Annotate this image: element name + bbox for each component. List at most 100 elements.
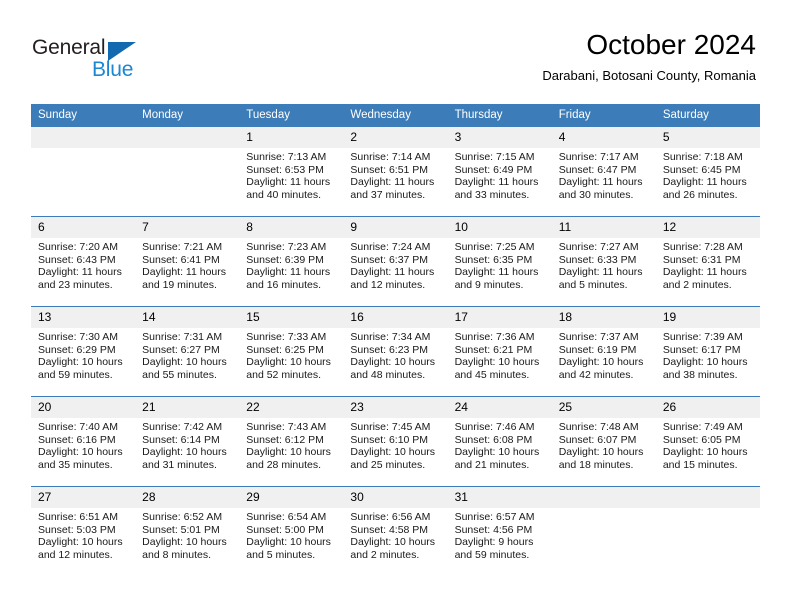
calendar-day-cell[interactable]: 30 Sunrise: 6:56 AM Sunset: 4:58 PM Dayligh… <box>343 486 448 576</box>
calendar-day-cell[interactable]: 19 Sunrise: 7:39 AM Sunset: 6:17 PM Dayligh… <box>655 306 760 397</box>
calendar-day-cell[interactable]: 4 Sunrise: 7:17 AM Sunset: 6:47 PM Daylight… <box>551 126 656 217</box>
sunrise-text: Sunrise: 7:24 AM <box>350 241 431 253</box>
sunrise-text: Sunrise: 6:57 AM <box>454 511 535 523</box>
day-sun-info: Sunrise: 7:42 AM Sunset: 6:14 PM Daylight:… <box>135 418 239 471</box>
day-sun-info: Sunrise: 7:40 AM Sunset: 6:16 PM Daylight:… <box>31 418 135 471</box>
day-sun-info: Sunrise: 7:37 AM Sunset: 6:19 PM Daylight:… <box>552 328 656 381</box>
calendar-day-cell[interactable]: 24 Sunrise: 7:46 AM Sunset: 6:08 PM Dayligh… <box>447 396 552 487</box>
day-sun-info: Sunrise: 7:45 AM Sunset: 6:10 PM Daylight:… <box>343 418 447 471</box>
sunset-text: Sunset: 6:51 PM <box>350 163 429 176</box>
calendar-week-row: 27 Sunrise: 6:51 AM Sunset: 5:03 PM Dayligh… <box>31 486 760 576</box>
daylight-text: Daylight: 10 hours and 42 minutes. <box>558 356 644 381</box>
calendar-week-row: 6 Sunrise: 7:20 AM Sunset: 6:43 PM Daylight… <box>31 216 760 307</box>
calendar-day-cell[interactable]: 1 Sunrise: 7:13 AM Sunset: 6:53 PM Daylight… <box>239 126 344 217</box>
sunset-text: Sunset: 4:56 PM <box>454 523 533 536</box>
sunset-text: Sunset: 6:41 PM <box>142 253 220 266</box>
daylight-text: Daylight: 10 hours and 38 minutes. <box>662 356 748 381</box>
weekday-header-tuesday: Tuesday <box>239 104 344 127</box>
calendar-day-cell[interactable]: 8 Sunrise: 7:23 AM Sunset: 6:39 PM Daylight… <box>239 216 344 307</box>
calendar-day-cell[interactable]: 29 Sunrise: 6:54 AM Sunset: 5:00 PM Dayligh… <box>239 486 344 576</box>
calendar-day-cell[interactable]: 14 Sunrise: 7:31 AM Sunset: 6:27 PM Dayligh… <box>135 306 240 397</box>
sunset-text: Sunset: 6:19 PM <box>558 343 637 356</box>
calendar-body: 1 Sunrise: 7:13 AM Sunset: 6:53 PM Daylight… <box>31 126 760 576</box>
sunset-text: Sunset: 6:27 PM <box>142 343 220 356</box>
sunrise-text: Sunrise: 7:13 AM <box>246 151 327 163</box>
sunrise-text: Sunrise: 7:39 AM <box>662 331 743 343</box>
day-sun-info: Sunrise: 7:24 AM Sunset: 6:37 PM Daylight:… <box>343 238 447 291</box>
calendar-day-cell[interactable]: 3 Sunrise: 7:15 AM Sunset: 6:49 PM Daylight… <box>447 126 552 217</box>
calendar-day-cell[interactable]: 13 Sunrise: 7:30 AM Sunset: 6:29 PM Dayligh… <box>31 306 136 397</box>
general-blue-logo: General Blue <box>32 36 162 84</box>
day-sun-info: Sunrise: 6:51 AM Sunset: 5:03 PM Daylight:… <box>31 508 135 561</box>
sunrise-text: Sunrise: 7:17 AM <box>558 151 639 163</box>
day-number: 9 <box>343 217 448 238</box>
calendar-day-cell-empty <box>551 486 656 576</box>
calendar-day-cell-empty <box>31 126 136 217</box>
weekday-header-saturday: Saturday <box>655 104 760 127</box>
sunset-text: Sunset: 5:03 PM <box>38 523 116 536</box>
day-sun-info: Sunrise: 7:33 AM Sunset: 6:25 PM Daylight:… <box>239 328 343 381</box>
day-sun-info: Sunrise: 7:23 AM Sunset: 6:39 PM Daylight:… <box>239 238 343 291</box>
calendar-week-row: 13 Sunrise: 7:30 AM Sunset: 6:29 PM Dayligh… <box>31 306 760 397</box>
sunrise-text: Sunrise: 7:45 AM <box>350 421 431 433</box>
sunrise-text: Sunrise: 6:56 AM <box>350 511 431 523</box>
day-number: 11 <box>551 217 656 238</box>
daylight-text: Daylight: 10 hours and 18 minutes. <box>558 446 644 471</box>
day-number: 24 <box>447 397 552 418</box>
day-sun-info: Sunrise: 7:21 AM Sunset: 6:41 PM Daylight:… <box>135 238 239 291</box>
sunrise-text: Sunrise: 7:40 AM <box>38 421 118 433</box>
daylight-text: Daylight: 10 hours and 28 minutes. <box>246 446 331 471</box>
sunrise-text: Sunrise: 7:36 AM <box>454 331 535 343</box>
sunrise-text: Sunrise: 7:21 AM <box>142 241 223 253</box>
calendar-day-cell[interactable]: 16 Sunrise: 7:34 AM Sunset: 6:23 PM Dayligh… <box>343 306 448 397</box>
sunrise-text: Sunrise: 7:42 AM <box>142 421 223 433</box>
calendar-day-cell[interactable]: 7 Sunrise: 7:21 AM Sunset: 6:41 PM Daylight… <box>135 216 240 307</box>
day-number: 19 <box>655 307 760 328</box>
calendar-day-cell[interactable]: 12 Sunrise: 7:28 AM Sunset: 6:31 PM Dayligh… <box>655 216 760 307</box>
calendar-day-cell[interactable]: 17 Sunrise: 7:36 AM Sunset: 6:21 PM Dayligh… <box>447 306 552 397</box>
sunrise-text: Sunrise: 7:15 AM <box>454 151 535 163</box>
calendar-day-cell[interactable]: 15 Sunrise: 7:33 AM Sunset: 6:25 PM Dayligh… <box>239 306 344 397</box>
daylight-text: Daylight: 11 hours and 26 minutes. <box>662 176 747 201</box>
sunset-text: Sunset: 6:47 PM <box>558 163 637 176</box>
daylight-text: Daylight: 10 hours and 55 minutes. <box>142 356 227 381</box>
calendar-day-cell[interactable]: 11 Sunrise: 7:27 AM Sunset: 6:33 PM Dayligh… <box>551 216 656 307</box>
sunset-text: Sunset: 5:00 PM <box>246 523 324 536</box>
day-sun-info: Sunrise: 7:43 AM Sunset: 6:12 PM Daylight:… <box>239 418 343 471</box>
calendar-day-cell[interactable]: 5 Sunrise: 7:18 AM Sunset: 6:45 PM Daylight… <box>655 126 760 217</box>
calendar-day-cell[interactable]: 22 Sunrise: 7:43 AM Sunset: 6:12 PM Dayligh… <box>239 396 344 487</box>
day-sun-info: Sunrise: 7:20 AM Sunset: 6:43 PM Daylight:… <box>31 238 135 291</box>
calendar-day-cell[interactable]: 23 Sunrise: 7:45 AM Sunset: 6:10 PM Dayligh… <box>343 396 448 487</box>
day-number <box>31 127 136 148</box>
weekday-header-wednesday: Wednesday <box>343 104 448 127</box>
calendar-day-cell[interactable]: 28 Sunrise: 6:52 AM Sunset: 5:01 PM Dayligh… <box>135 486 240 576</box>
calendar-day-cell[interactable]: 26 Sunrise: 7:49 AM Sunset: 6:05 PM Dayligh… <box>655 396 760 487</box>
day-sun-info: Sunrise: 7:25 AM Sunset: 6:35 PM Daylight:… <box>448 238 552 291</box>
calendar-day-cell[interactable]: 10 Sunrise: 7:25 AM Sunset: 6:35 PM Dayligh… <box>447 216 552 307</box>
day-sun-info: Sunrise: 7:34 AM Sunset: 6:23 PM Daylight:… <box>343 328 447 381</box>
daylight-text: Daylight: 11 hours and 40 minutes. <box>246 176 331 201</box>
day-number: 22 <box>239 397 344 418</box>
calendar-day-cell[interactable]: 9 Sunrise: 7:24 AM Sunset: 6:37 PM Daylight… <box>343 216 448 307</box>
daylight-text: Daylight: 11 hours and 23 minutes. <box>38 266 122 291</box>
calendar-day-cell[interactable]: 27 Sunrise: 6:51 AM Sunset: 5:03 PM Dayligh… <box>31 486 136 576</box>
calendar-day-cell[interactable]: 25 Sunrise: 7:48 AM Sunset: 6:07 PM Dayligh… <box>551 396 656 487</box>
sunrise-text: Sunrise: 7:33 AM <box>246 331 327 343</box>
day-sun-info: Sunrise: 7:30 AM Sunset: 6:29 PM Daylight:… <box>31 328 135 381</box>
day-number: 25 <box>551 397 656 418</box>
daylight-text: Daylight: 10 hours and 5 minutes. <box>246 536 331 561</box>
calendar-day-cell[interactable]: 20 Sunrise: 7:40 AM Sunset: 6:16 PM Dayligh… <box>31 396 136 487</box>
calendar-day-cell[interactable]: 18 Sunrise: 7:37 AM Sunset: 6:19 PM Dayligh… <box>551 306 656 397</box>
sunset-text: Sunset: 6:29 PM <box>38 343 116 356</box>
page-subtitle: Darabani, Botosani County, Romania <box>542 68 756 83</box>
day-sun-info: Sunrise: 7:31 AM Sunset: 6:27 PM Daylight:… <box>135 328 239 381</box>
daylight-text: Daylight: 9 hours and 59 minutes. <box>454 536 534 561</box>
calendar-day-cell[interactable]: 31 Sunrise: 6:57 AM Sunset: 4:56 PM Dayligh… <box>447 486 552 576</box>
calendar-day-cell[interactable]: 21 Sunrise: 7:42 AM Sunset: 6:14 PM Dayligh… <box>135 396 240 487</box>
daylight-text: Daylight: 10 hours and 8 minutes. <box>142 536 227 561</box>
calendar-day-cell[interactable]: 2 Sunrise: 7:14 AM Sunset: 6:51 PM Daylight… <box>343 126 448 217</box>
calendar-day-cell[interactable]: 6 Sunrise: 7:20 AM Sunset: 6:43 PM Daylight… <box>31 216 136 307</box>
day-sun-info: Sunrise: 7:36 AM Sunset: 6:21 PM Daylight:… <box>448 328 552 381</box>
daylight-text: Daylight: 11 hours and 12 minutes. <box>350 266 435 291</box>
day-number <box>135 127 240 148</box>
